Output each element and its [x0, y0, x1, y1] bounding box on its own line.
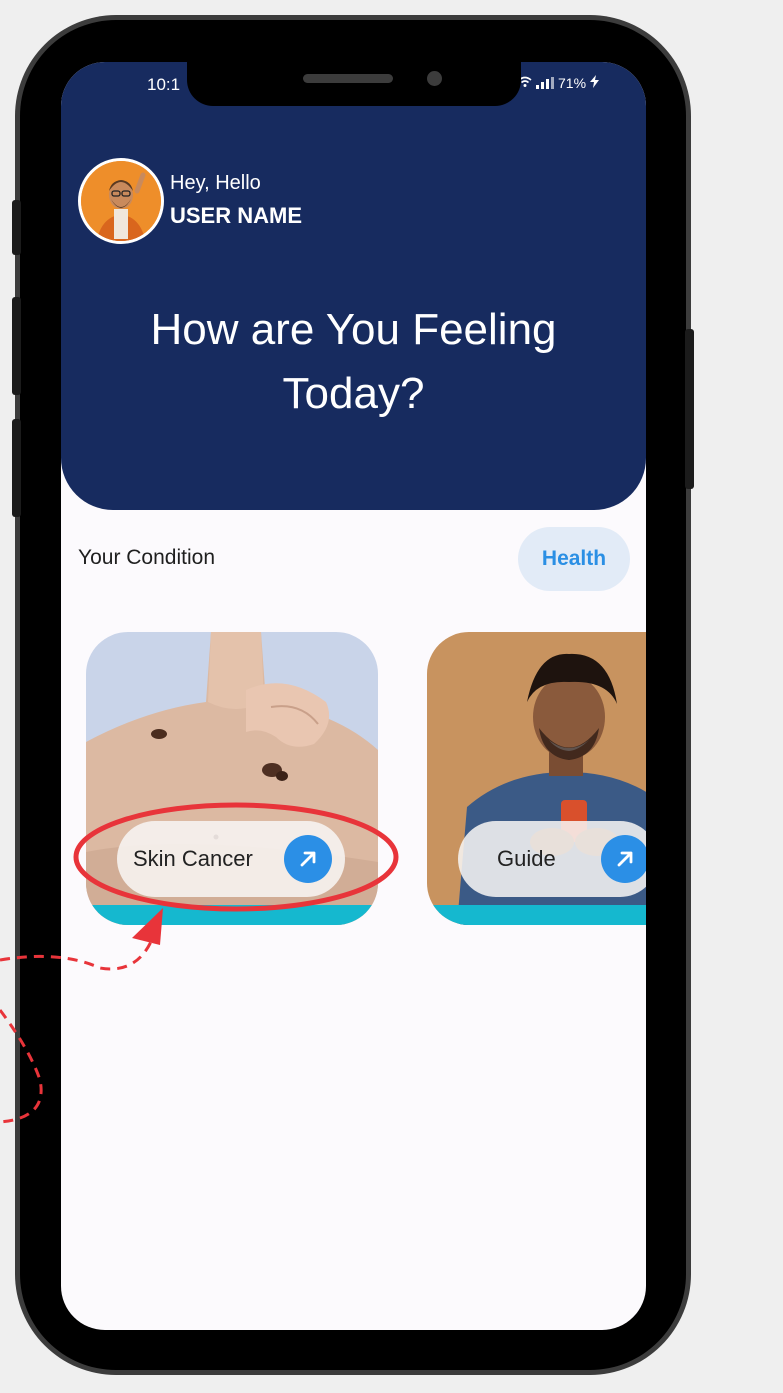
header: 10:1 71% Hey, Hello USER NAME How are Yo… — [61, 62, 646, 510]
headline-line-1: How are You Feeling — [150, 305, 557, 354]
arrow-up-right-icon[interactable] — [284, 835, 332, 883]
signal-icon — [536, 77, 554, 89]
health-filter-chip[interactable]: Health — [518, 527, 630, 591]
status-time: 10:1 — [147, 75, 181, 94]
volume-up-button — [12, 297, 21, 395]
app-screen: 10:1 71% Hey, Hello USER NAME How are Yo… — [61, 62, 646, 1330]
headline-line-2: Today? — [282, 369, 425, 418]
arrow-up-right-icon[interactable] — [601, 835, 646, 883]
card-accent-bar — [427, 905, 646, 925]
status-icons: 71% — [518, 75, 600, 91]
user-name: USER NAME — [170, 203, 303, 228]
card-accent-bar — [86, 905, 378, 925]
camera-icon — [427, 71, 442, 86]
power-button — [685, 329, 694, 489]
section-title: Your Condition — [78, 546, 215, 569]
page-title: How are You Feeling Today? — [61, 298, 646, 426]
battery-percent: 71% — [558, 75, 587, 91]
avatar[interactable] — [78, 158, 164, 244]
skin-cancer-label: Skin Cancer — [133, 846, 253, 871]
volume-button — [12, 200, 21, 255]
skin-cancer-button[interactable]: Skin Cancer — [117, 821, 345, 897]
greeting-text: Hey, Hello — [170, 172, 261, 194]
guide-button[interactable]: Guide — [458, 821, 646, 897]
charging-icon — [590, 75, 600, 91]
camera-notch — [187, 62, 521, 106]
volume-down-button — [12, 419, 21, 517]
speaker-icon — [303, 74, 393, 83]
guide-label: Guide — [497, 846, 556, 871]
